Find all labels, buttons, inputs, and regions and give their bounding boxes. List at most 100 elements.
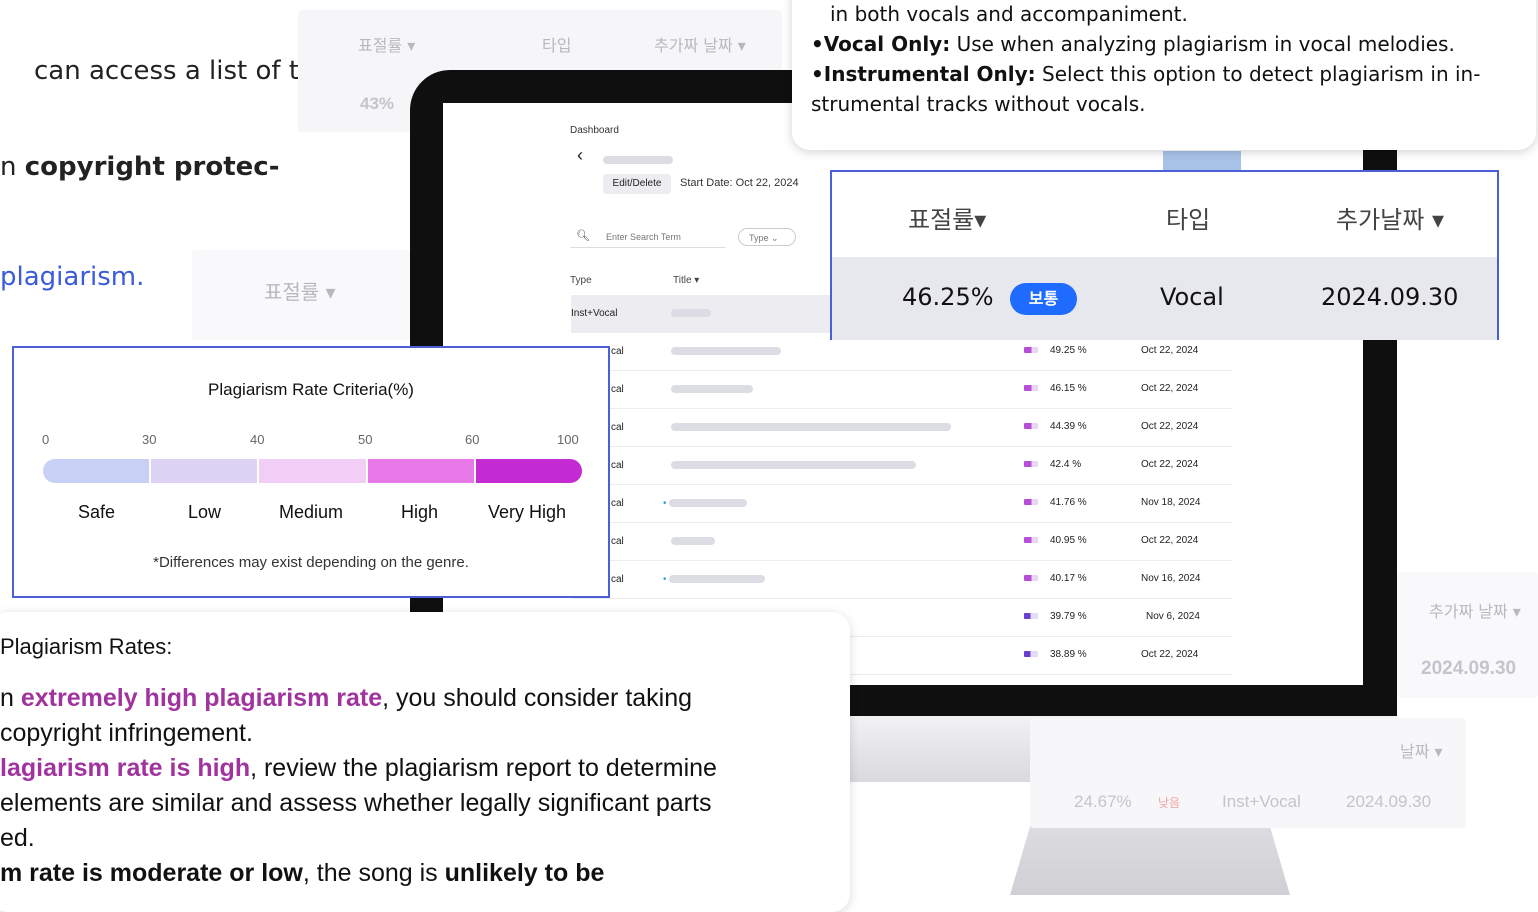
criteria-note: *Differences may exist depending on the … (153, 554, 469, 571)
bg-table-fragment-right: 추가짜 날짜 ▾ 2024.09.30 (1397, 572, 1538, 698)
back-chevron-icon[interactable]: ‹ (577, 145, 583, 166)
table-row[interactable]: cal 44.39 % Oct 22, 2024 (571, 409, 1232, 447)
chart-bar-fragment (1163, 151, 1241, 171)
frag-right-date: 2024.09.30 (1421, 658, 1517, 679)
row-date: Oct 22, 2024 (1141, 535, 1199, 546)
bg-text-line2: n copyright protec- (0, 152, 280, 182)
info-line-4: strumental tracks without vocals. (811, 92, 1146, 116)
rate-bars-icon (1024, 385, 1038, 392)
row-type: cal (611, 460, 624, 471)
row-date: Nov 18, 2024 (1141, 497, 1201, 508)
level-label: Medium (279, 502, 344, 522)
bg-link-plagiarism[interactable]: plagiarism. (0, 262, 144, 292)
bg-table-fragment-left: 표절률 ▾ (192, 250, 412, 340)
hl-col-date[interactable]: 추가날짜 ▾ (1336, 200, 1444, 235)
row-rate: 42.4 % (1024, 459, 1081, 470)
level-label: Safe (78, 502, 116, 522)
row-date: Oct 22, 2024 (1141, 345, 1199, 356)
tick-label: 50 (358, 432, 373, 447)
frag-bottom-col-date: 날짜 ▾ (1400, 742, 1443, 761)
scale-segment-safe (43, 459, 152, 483)
level-label: Low (188, 502, 222, 522)
rate-bars-icon (1024, 575, 1038, 582)
rate-bars-icon (1024, 499, 1038, 506)
row-rate: 39.79 % (1024, 611, 1087, 622)
type-filter-dropdown[interactable]: Type ⌄ (738, 228, 796, 246)
search-icon: 🔍︎ (576, 230, 590, 242)
row-rate: 40.95 % (1024, 535, 1087, 546)
scale-segment-high (367, 459, 476, 483)
hl-rate-value: 46.25% (902, 283, 994, 311)
info-line-1: in both vocals and accompaniment. (830, 2, 1188, 26)
hl-col-rate[interactable]: 표절률▾ (908, 200, 986, 235)
tick-label: 30 (142, 432, 157, 447)
expl-line-2: copyright infringement. (0, 719, 253, 747)
rate-bars-icon (1024, 423, 1038, 430)
edit-delete-button[interactable]: Edit/Delete (603, 174, 671, 194)
frag-col-date: 추가짜 날짜 ▾ (654, 36, 746, 55)
tick-label: 0 (42, 432, 50, 447)
rate-bars-icon (1024, 347, 1038, 354)
row-rate: 49.25 % (1024, 345, 1087, 356)
highlighted-result-table: 표절률▾ 타입 추가날짜 ▾ 46.25% 보통 Vocal 2024.09.3… (830, 170, 1499, 340)
frag-right-col-date: 추가짜 날짜 ▾ (1429, 602, 1521, 621)
row-date: Oct 22, 2024 (1141, 649, 1199, 660)
expl-line-6: m rate is moderate or low, the song is u… (0, 859, 605, 887)
table-row[interactable]: cal • 41.76 % Nov 18, 2024 (571, 485, 1232, 523)
row-rate: 40.17 % (1024, 573, 1087, 584)
tick-label: 40 (250, 432, 265, 447)
frag-rate-value: 43% (360, 94, 395, 113)
table-row[interactable]: cal 42.4 % Oct 22, 2024 (571, 447, 1232, 485)
expl-line-4: elements are similar and assess whether … (0, 789, 712, 817)
rate-bars-icon (1024, 537, 1038, 544)
row-date: Oct 22, 2024 (1141, 459, 1199, 470)
row-title-blurred (671, 308, 711, 319)
frag-left-col-rate: 표절률 ▾ (264, 280, 336, 304)
expl-line-1: n extremely high plagiarism rate, you sh… (0, 684, 693, 712)
scale-segment-medium (259, 459, 368, 483)
analysis-mode-info-card: in both vocals and accompaniment. •Vocal… (792, 0, 1536, 150)
col-header-type[interactable]: Type (570, 275, 592, 286)
expl-line-3: lagiarism rate is high, review the plagi… (0, 754, 717, 782)
frag-col-rate: 표절률 ▾ (358, 36, 416, 55)
frag-bottom-badge: 낮음 (1158, 796, 1181, 810)
frag-bottom-type: Inst+Vocal (1222, 792, 1301, 811)
hl-col-type[interactable]: 타입 (1166, 200, 1210, 235)
row-rate: 46.15 % (1024, 383, 1087, 394)
frag-bottom-rate: 24.67% (1074, 792, 1132, 811)
hl-type-value: Vocal (1160, 283, 1224, 311)
row-rate: 38.89 % (1024, 649, 1087, 660)
plagiarism-rates-explanation-card: Plagiarism Rates: n extremely high plagi… (0, 612, 850, 912)
scale-segment-very-high (475, 459, 582, 483)
row-type: cal (611, 498, 624, 509)
rate-bars-icon (1024, 461, 1038, 468)
start-date-label: Start Date: Oct 22, 2024 (680, 177, 799, 189)
criteria-scale-bar (43, 459, 582, 483)
hl-date-value: 2024.09.30 (1321, 283, 1459, 311)
row-type: Inst+Vocal (571, 308, 618, 319)
row-date: Nov 16, 2024 (1141, 573, 1201, 584)
tick-label: 100 (557, 432, 579, 447)
frag-bottom-date: 2024.09.30 (1346, 792, 1432, 811)
info-vocal-only: •Vocal Only: Use when analyzing plagiari… (811, 32, 1455, 56)
plagiarism-criteria-card: Plagiarism Rate Criteria(%) 0 30 40 50 6… (12, 346, 610, 598)
criteria-title: Plagiarism Rate Criteria(%) (208, 380, 414, 399)
rate-bars-icon (1024, 651, 1038, 658)
search-placeholder: Enter Search Term (606, 232, 681, 242)
table-row[interactable]: cal 46.15 % Oct 22, 2024 (571, 371, 1232, 409)
row-type: cal (611, 422, 624, 433)
breadcrumb[interactable]: Dashboard (570, 125, 619, 136)
table-row[interactable]: cal 40.95 % Oct 22, 2024 (571, 523, 1232, 561)
scale-segment-low (151, 459, 260, 483)
tick-label: 60 (465, 432, 480, 447)
row-date: Nov 6, 2024 (1146, 611, 1200, 622)
rate-bars-icon (1024, 613, 1038, 620)
col-header-title[interactable]: Title ▾ (673, 275, 699, 286)
search-field[interactable]: 🔍︎ Enter Search Term (570, 227, 725, 248)
hl-status-badge: 보통 (1010, 283, 1077, 315)
level-label: High (401, 502, 439, 522)
bg-table-fragment-bottom: 날짜 ▾ 24.67% 낮음 Inst+Vocal 2024.09.30 (1030, 718, 1466, 828)
table-row[interactable]: cal • 40.17 % Nov 16, 2024 (571, 561, 1232, 599)
expl-heading: Plagiarism Rates: (0, 634, 173, 659)
row-rate: 41.76 % (1024, 497, 1087, 508)
